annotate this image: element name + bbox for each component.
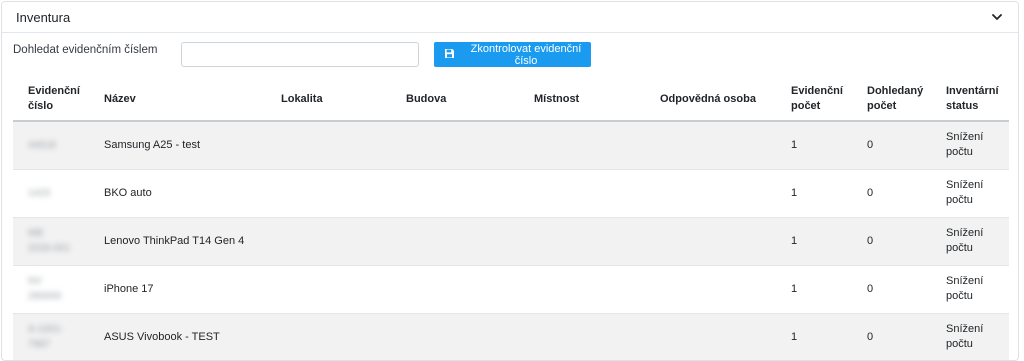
search-label: Dohledat evidenčním číslem — [13, 44, 158, 56]
cell-dohledany-pocet: 0 — [852, 265, 931, 314]
cell-inventarni-status: Snížení počtu — [931, 265, 1009, 314]
chevron-down-icon[interactable] — [990, 10, 1004, 24]
table-row[interactable]: MB 2026-001 Lenovo ThinkPad T14 Gen 4 1 0… — [13, 217, 1009, 266]
cell-evidencni-cislo: 44618 — [13, 121, 89, 170]
cell-dohledany-pocet: 0 — [852, 121, 931, 170]
cell-mistnost — [519, 313, 645, 360]
cell-budova — [391, 313, 519, 360]
cell-odpovedna-osoba — [645, 313, 776, 360]
col-header-evidencni-pocet[interactable]: Evidenční počet — [776, 78, 852, 122]
col-header-inventarni-status[interactable]: Inventární status — [931, 78, 1009, 122]
check-button-label: Zkontrolovat evidenční číslo — [470, 42, 582, 67]
cell-evidencni-pocet: 1 — [776, 169, 852, 218]
cell-evidencni-pocet: 1 — [776, 121, 852, 170]
cell-evidencni-pocet: 1 — [776, 313, 852, 360]
inventory-table: Evidenční číslo Název Lokalita Budova Mís… — [13, 78, 1009, 360]
cell-budova — [391, 217, 519, 266]
cell-mistnost — [519, 217, 645, 266]
cell-dohledany-pocet: 0 — [852, 313, 931, 360]
cell-lokalita — [266, 265, 391, 314]
cell-mistnost — [519, 265, 645, 314]
cell-nazev: BKO auto — [89, 169, 266, 218]
cell-budova — [391, 169, 519, 218]
col-header-dohledany-pocet[interactable]: Dohledaný počet — [852, 78, 931, 122]
cell-nazev: Samsung A25 - test — [89, 121, 266, 170]
col-header-evidencni-cislo[interactable]: Evidenční číslo — [13, 78, 89, 122]
cell-nazev: ASUS Vivobook - TEST — [89, 313, 266, 360]
cell-odpovedna-osoba — [645, 169, 776, 218]
cell-evidencni-pocet: 1 — [776, 217, 852, 266]
cell-odpovedna-osoba — [645, 217, 776, 266]
col-header-odpovedna-osoba[interactable]: Odpovědná osoba — [645, 78, 776, 122]
cell-mistnost — [519, 121, 645, 170]
inventura-panel: Inventura Dohledat evidenčním číslem Zko… — [1, 1, 1019, 361]
cell-nazev: Lenovo ThinkPad T14 Gen 4 — [89, 217, 266, 266]
search-input[interactable] — [181, 42, 419, 67]
cell-evidencni-pocet: 1 — [776, 265, 852, 314]
cell-evidencni-cislo: NV 290000 — [13, 265, 89, 314]
floppy-disk-icon — [444, 48, 455, 62]
cell-budova — [391, 265, 519, 314]
cell-lokalita — [266, 169, 391, 218]
cell-dohledany-pocet: 0 — [852, 217, 931, 266]
cell-odpovedna-osoba — [645, 265, 776, 314]
cell-inventarni-status: Snížení počtu — [931, 217, 1009, 266]
cell-lokalita — [266, 313, 391, 360]
cell-mistnost — [519, 169, 645, 218]
cell-nazev: iPhone 17 — [89, 265, 266, 314]
cell-dohledany-pocet: 0 — [852, 169, 931, 218]
cell-inventarni-status: Snížení počtu — [931, 121, 1009, 170]
table-row[interactable]: A-1001- 7987 ASUS Vivobook - TEST 1 0 Sní… — [13, 313, 1009, 360]
check-evidence-number-button[interactable]: Zkontrolovat evidenční číslo — [434, 42, 591, 67]
panel-title: Inventura — [16, 9, 71, 25]
cell-inventarni-status: Snížení počtu — [931, 313, 1009, 360]
cell-evidencni-cislo: 1423 — [13, 169, 89, 218]
col-header-nazev[interactable]: Název — [89, 78, 266, 122]
cell-inventarni-status: Snížení počtu — [931, 169, 1009, 218]
cell-lokalita — [266, 217, 391, 266]
cell-lokalita — [266, 121, 391, 170]
cell-odpovedna-osoba — [645, 121, 776, 170]
cell-budova — [391, 121, 519, 170]
table-header-row: Evidenční číslo Název Lokalita Budova Mís… — [13, 78, 1009, 122]
table-row[interactable]: 1423 BKO auto 1 0 Snížení počtu — [13, 169, 1009, 218]
search-row: Dohledat evidenčním číslem Zkontrolovat … — [2, 42, 1018, 72]
cell-evidencni-cislo: MB 2026-001 — [13, 217, 89, 266]
col-header-lokalita[interactable]: Lokalita — [266, 78, 391, 122]
col-header-mistnost[interactable]: Místnost — [519, 78, 645, 122]
panel-header[interactable]: Inventura — [2, 2, 1018, 33]
table-row[interactable]: 44618 Samsung A25 - test 1 0 Snížení počt… — [13, 121, 1009, 170]
col-header-budova[interactable]: Budova — [391, 78, 519, 122]
cell-evidencni-cislo: A-1001- 7987 — [13, 313, 89, 360]
table-row[interactable]: NV 290000 iPhone 17 1 0 Snížení počtu — [13, 265, 1009, 314]
